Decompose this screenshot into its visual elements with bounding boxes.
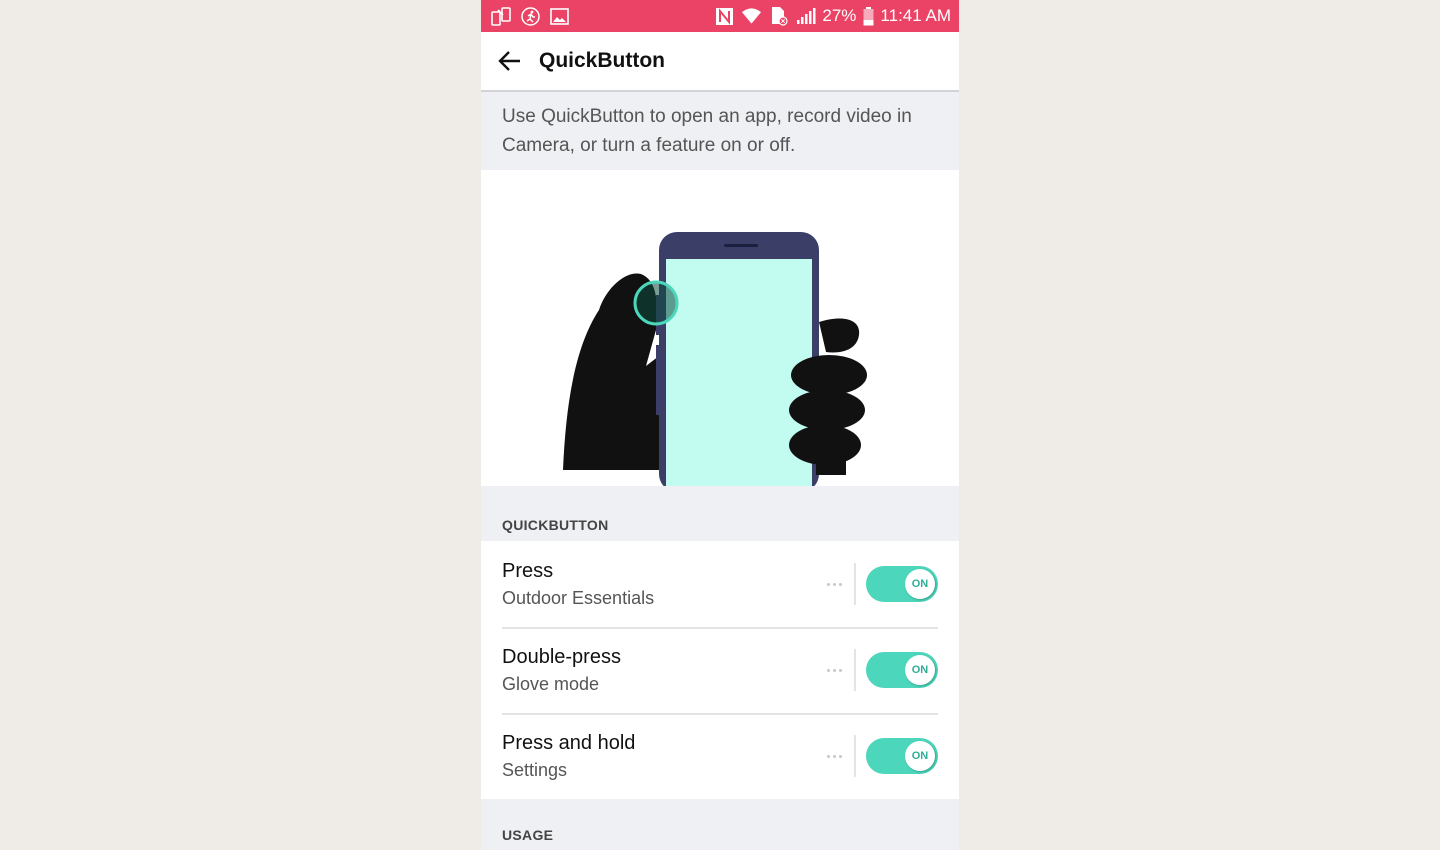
description-text: Use QuickButton to open an app, record v…: [481, 92, 959, 170]
gallery-icon: [549, 6, 570, 27]
divider: [854, 563, 856, 605]
phone-screen: 27% 11:41 AM QuickButton Use QuickButton…: [481, 0, 959, 850]
phone-screen-illus: [666, 259, 812, 486]
section-header-quickbutton: QUICKBUTTON: [481, 486, 959, 541]
more-dots-icon: [827, 579, 843, 589]
item-title: Press and hold: [502, 731, 636, 754]
more-dots-icon: [827, 751, 843, 761]
list-item-double-press[interactable]: Double-press Glove mode ON: [481, 627, 959, 713]
quickbutton-list: Press Outdoor Essentials ON Double-press…: [481, 541, 959, 799]
divider: [854, 735, 856, 777]
signal-icon: [795, 6, 816, 27]
more-dots-icon: [827, 665, 843, 675]
press-toggle[interactable]: ON: [866, 566, 938, 602]
page-title: QuickButton: [539, 49, 665, 72]
item-subtitle: Outdoor Essentials: [502, 587, 655, 608]
nfc-icon: [714, 6, 735, 27]
battery-percent: 27%: [822, 6, 857, 25]
screen-mirror-icon: [491, 6, 512, 27]
clock: 11:41 AM: [880, 6, 951, 25]
press-and-hold-toggle[interactable]: ON: [866, 738, 938, 774]
list-item-press[interactable]: Press Outdoor Essentials ON: [481, 541, 959, 627]
quickbutton-illustration: [481, 170, 959, 486]
list-item-press-and-hold[interactable]: Press and hold Settings ON: [481, 713, 959, 799]
status-bar: 27% 11:41 AM: [481, 0, 959, 32]
wifi-icon: [741, 6, 762, 27]
sim-error-icon: [768, 6, 789, 27]
toggle-knob: ON: [905, 655, 935, 685]
item-subtitle: Settings: [502, 759, 568, 780]
section-header-usage: USAGE: [481, 799, 959, 850]
item-subtitle: Glove mode: [502, 673, 600, 694]
back-button[interactable]: [481, 32, 539, 90]
arrow-left-icon: [498, 51, 520, 71]
item-title: Press: [502, 559, 554, 582]
toggle-knob: ON: [905, 569, 935, 599]
right-glove-fingers: [819, 318, 860, 353]
app-bar: QuickButton: [481, 32, 959, 92]
item-title: Double-press: [502, 645, 621, 668]
running-man-icon: [520, 6, 541, 27]
double-press-toggle[interactable]: ON: [866, 652, 938, 688]
battery-icon: [862, 6, 874, 27]
divider: [854, 649, 856, 691]
toggle-knob: ON: [905, 741, 935, 771]
